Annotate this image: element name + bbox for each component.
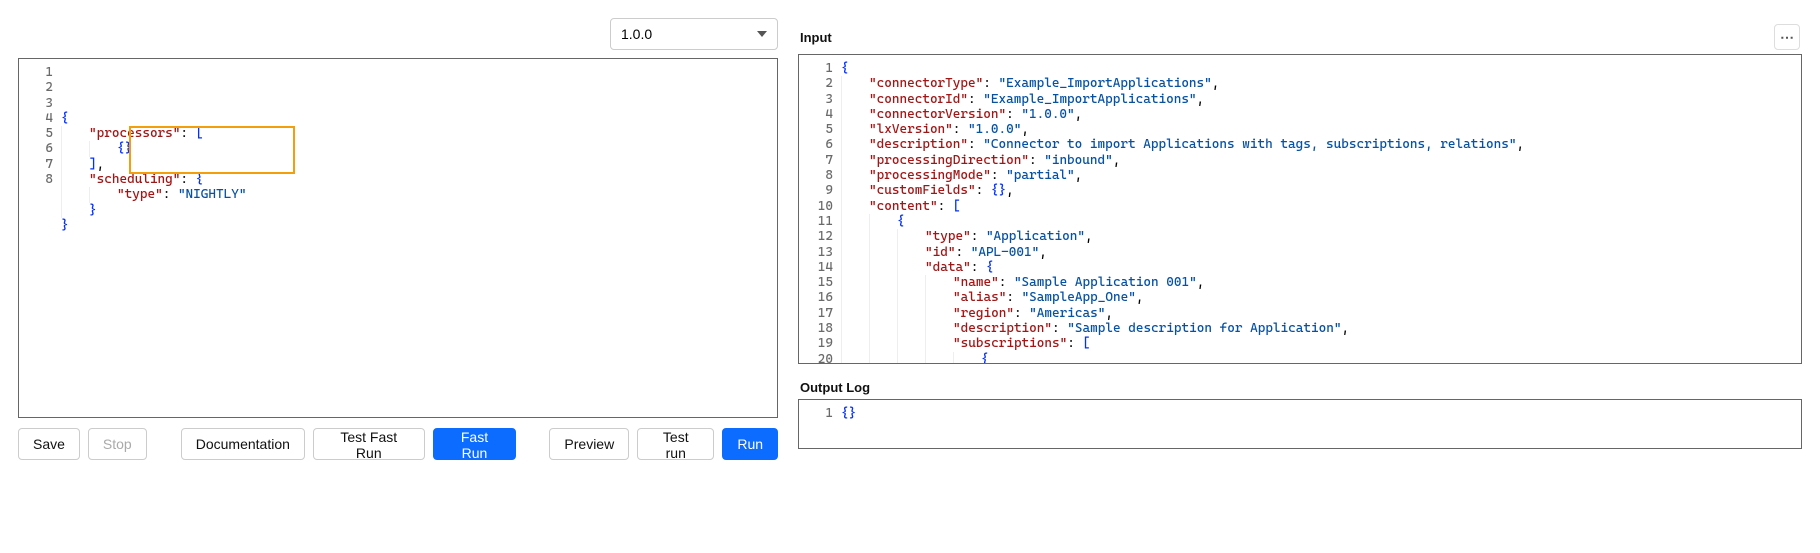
- code-line: "connectorVersion": "1.0.0",: [841, 107, 1801, 122]
- code-line: }: [61, 218, 777, 233]
- output-log-label: Output Log: [800, 380, 870, 395]
- test-run-button[interactable]: Test run: [637, 428, 714, 460]
- code-line: {: [841, 61, 1801, 76]
- code-line: "processors": [: [61, 126, 777, 141]
- fast-run-button[interactable]: Fast Run: [433, 428, 517, 460]
- code-line: "name": "Sample Application 001",: [841, 275, 1801, 290]
- code-line: "processingDirection": "inbound",: [841, 153, 1801, 168]
- documentation-button[interactable]: Documentation: [181, 428, 305, 460]
- config-editor-gutter: 12345678: [19, 59, 61, 239]
- code-line: "type": "NIGHTLY": [61, 187, 777, 202]
- code-line: "data": {: [841, 260, 1801, 275]
- code-line: {: [61, 111, 777, 126]
- code-line: "alias": "SampleApp_One",: [841, 290, 1801, 305]
- input-editor[interactable]: 1234567891011121314151617181920 { "conne…: [798, 54, 1802, 364]
- more-menu-button[interactable]: ⋯: [1774, 24, 1800, 50]
- run-button[interactable]: Run: [722, 428, 778, 460]
- code-line: "scheduling": {: [61, 172, 777, 187]
- code-line: {: [841, 214, 1801, 229]
- code-line: "type": "Application",: [841, 229, 1801, 244]
- input-section-label: Input: [800, 30, 832, 45]
- code-line: "description": "Connector to import Appl…: [841, 137, 1801, 152]
- test-fast-run-button[interactable]: Test Fast Run: [313, 428, 425, 460]
- preview-button[interactable]: Preview: [549, 428, 629, 460]
- save-button[interactable]: Save: [18, 428, 80, 460]
- config-editor[interactable]: 12345678 { "processors": [ {} ], "schedu…: [18, 58, 778, 418]
- stop-button[interactable]: Stop: [88, 428, 147, 460]
- code-line: ],: [61, 157, 777, 172]
- code-line: "connectorId": "Example_ImportApplicatio…: [841, 92, 1801, 107]
- code-line: "connectorType": "Example_ImportApplicat…: [841, 76, 1801, 91]
- code-line: {}: [61, 141, 777, 156]
- code-line: {: [841, 352, 1801, 364]
- output-editor-gutter: 1: [799, 400, 841, 427]
- code-line: "lxVersion": "1.0.0",: [841, 122, 1801, 137]
- code-line: "region": "Americas",: [841, 306, 1801, 321]
- code-line: "processingMode": "partial",: [841, 168, 1801, 183]
- code-line: {}: [841, 406, 1801, 421]
- code-line: "description": "Sample description for A…: [841, 321, 1801, 336]
- code-line: }: [61, 203, 777, 218]
- input-editor-gutter: 1234567891011121314151617181920: [799, 55, 841, 364]
- code-line: "id": "APL-001",: [841, 245, 1801, 260]
- code-line: "content": [: [841, 199, 1801, 214]
- code-line: "subscriptions": [: [841, 336, 1801, 351]
- output-editor[interactable]: 1 {}: [798, 399, 1802, 449]
- code-line: "customFields": {},: [841, 183, 1801, 198]
- ellipsis-icon: ⋯: [1780, 29, 1794, 46]
- version-select[interactable]: 1.0.0: [610, 18, 778, 50]
